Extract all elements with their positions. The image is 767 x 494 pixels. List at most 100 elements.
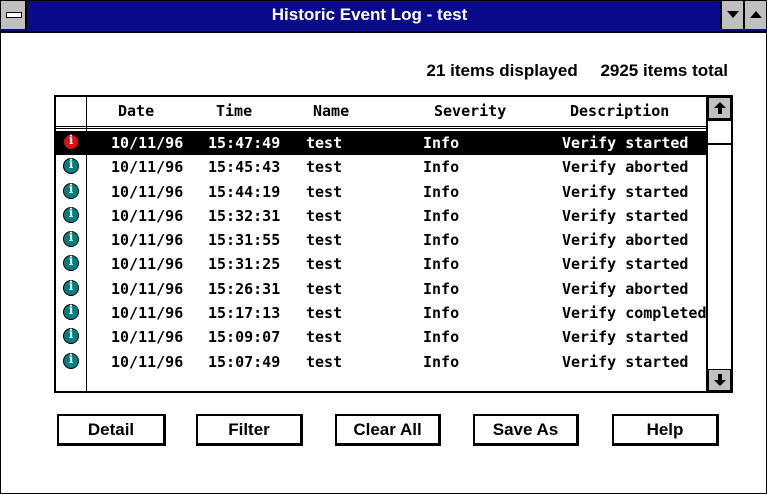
maximize-icon	[750, 11, 762, 18]
cell-date: 10/11/96	[111, 352, 184, 371]
window-title: Historic Event Log - test	[271, 5, 468, 24]
vertical-scrollbar[interactable]	[706, 97, 731, 391]
info-icon-teal	[63, 157, 79, 175]
cell-name: test	[306, 206, 343, 225]
cell-name: test	[306, 304, 343, 323]
table-row[interactable]: 10/11/96 15:44:19 test Info Verify started	[56, 180, 708, 204]
cell-severity: Info	[423, 231, 460, 250]
cell-severity: Info	[423, 134, 460, 152]
info-icon-teal	[63, 206, 79, 223]
table-row[interactable]: 10/11/96 15:26:31 test Info Verify aborted	[56, 277, 708, 301]
table-row[interactable]: 10/11/96 15:32:31 test Info Verify started	[56, 204, 708, 228]
column-header-severity[interactable]: Severity	[434, 102, 506, 120]
cell-date: 10/11/96	[111, 304, 184, 323]
cell-name: test	[306, 279, 343, 298]
cell-description: Verify completed	[562, 304, 707, 323]
minimize-button[interactable]	[720, 1, 743, 29]
scroll-up-button[interactable]	[708, 97, 731, 119]
cell-date: 10/11/96	[111, 206, 184, 225]
table-row[interactable]: 10/11/96 15:45:43 test Info Verify aborted	[56, 155, 708, 179]
cell-name: test	[306, 328, 343, 347]
event-log-window: Historic Event Log - test 21 items displ…	[0, 0, 767, 494]
info-icon-teal	[63, 327, 79, 345]
items-displayed-count: 21 items displayed	[426, 61, 578, 80]
cell-severity: Info	[423, 182, 460, 201]
cell-description: Verify aborted	[562, 158, 689, 177]
scroll-thumb[interactable]	[708, 119, 731, 145]
title-bar[interactable]: Historic Event Log - test	[1, 1, 766, 33]
info-icon-teal	[63, 279, 79, 296]
info-icon-teal	[63, 352, 79, 369]
cell-description: Verify aborted	[562, 231, 689, 250]
detail-button[interactable]: Detail	[57, 414, 166, 446]
cell-time: 15:26:31	[208, 279, 281, 298]
cell-severity: Info	[423, 328, 460, 347]
filter-button[interactable]: Filter	[196, 414, 303, 446]
info-icon-teal	[63, 182, 79, 199]
items-total-count: 2925 items total	[600, 61, 728, 80]
cell-description: Verify started	[562, 182, 689, 201]
table-row[interactable]: 10/11/96 15:31:25 test Info Verify started	[56, 252, 708, 276]
cell-time: 15:32:31	[208, 206, 281, 225]
cell-time: 15:45:43	[208, 158, 281, 177]
table-row[interactable]: 10/11/96 15:47:49 test Info Verify started	[56, 131, 708, 156]
cell-name: test	[306, 352, 343, 371]
table-row[interactable]: 10/11/96 15:09:07 test Info Verify started	[56, 325, 708, 349]
cell-description: Verify aborted	[562, 279, 689, 298]
cell-date: 10/11/96	[111, 279, 184, 298]
info-icon-teal	[63, 303, 79, 321]
cell-time: 15:09:07	[208, 328, 281, 347]
table-row[interactable]: 10/11/96 15:07:49 test Info Verify started	[56, 350, 708, 374]
cell-time: 15:31:25	[208, 255, 281, 274]
event-list[interactable]: Date Time Name Severity Description 10/1…	[54, 95, 733, 393]
cell-date: 10/11/96	[111, 182, 184, 201]
cell-name: test	[306, 158, 343, 177]
minimize-icon	[727, 11, 739, 18]
arrow-down-icon	[714, 374, 726, 386]
cell-name: test	[306, 255, 343, 274]
save-as-button[interactable]: Save As	[473, 414, 579, 446]
cell-time: 15:07:49	[208, 352, 281, 371]
info-icon-teal	[63, 254, 79, 272]
cell-description: Verify started	[562, 255, 689, 274]
maximize-button[interactable]	[743, 1, 766, 29]
cell-description: Verify started	[562, 206, 689, 225]
info-icon-teal	[63, 230, 79, 248]
cell-time: 15:47:49	[208, 134, 281, 152]
cell-date: 10/11/96	[111, 328, 184, 347]
cell-time: 15:31:55	[208, 231, 281, 250]
cell-severity: Info	[423, 279, 460, 298]
cell-description: Verify started	[562, 134, 689, 152]
cell-time: 15:17:13	[208, 304, 281, 323]
cell-description: Verify started	[562, 352, 689, 371]
cell-name: test	[306, 134, 343, 152]
cell-date: 10/11/96	[111, 134, 184, 152]
help-button[interactable]: Help	[612, 414, 719, 446]
cell-date: 10/11/96	[111, 158, 184, 177]
cell-time: 15:44:19	[208, 182, 281, 201]
arrow-up-icon	[714, 102, 726, 114]
cell-severity: Info	[423, 255, 460, 274]
cell-severity: Info	[423, 352, 460, 371]
column-header: Date Time Name Severity Description	[56, 97, 708, 129]
cell-severity: Info	[423, 158, 460, 177]
system-menu-icon	[6, 12, 22, 18]
column-header-description[interactable]: Description	[570, 102, 669, 120]
clear-all-button[interactable]: Clear All	[335, 414, 441, 446]
cell-severity: Info	[423, 206, 460, 225]
column-header-name[interactable]: Name	[313, 102, 349, 120]
cell-date: 10/11/96	[111, 231, 184, 250]
info-icon-red	[63, 133, 79, 150]
scroll-down-button[interactable]	[708, 369, 731, 391]
cell-date: 10/11/96	[111, 255, 184, 274]
cell-severity: Info	[423, 304, 460, 323]
table-row[interactable]: 10/11/96 15:31:55 test Info Verify aborted	[56, 228, 708, 252]
column-header-time[interactable]: Time	[216, 102, 252, 120]
event-rows: 10/11/9615:47:49testInfoVerify started10…	[56, 131, 708, 374]
system-menu-button[interactable]	[1, 1, 27, 29]
column-header-date[interactable]: Date	[118, 102, 154, 120]
item-counts: 21 items displayed 2925 items total	[427, 61, 728, 81]
cell-description: Verify started	[562, 328, 689, 347]
table-row[interactable]: 10/11/96 15:17:13 test Info Verify completed	[56, 301, 708, 325]
cell-name: test	[306, 231, 343, 250]
